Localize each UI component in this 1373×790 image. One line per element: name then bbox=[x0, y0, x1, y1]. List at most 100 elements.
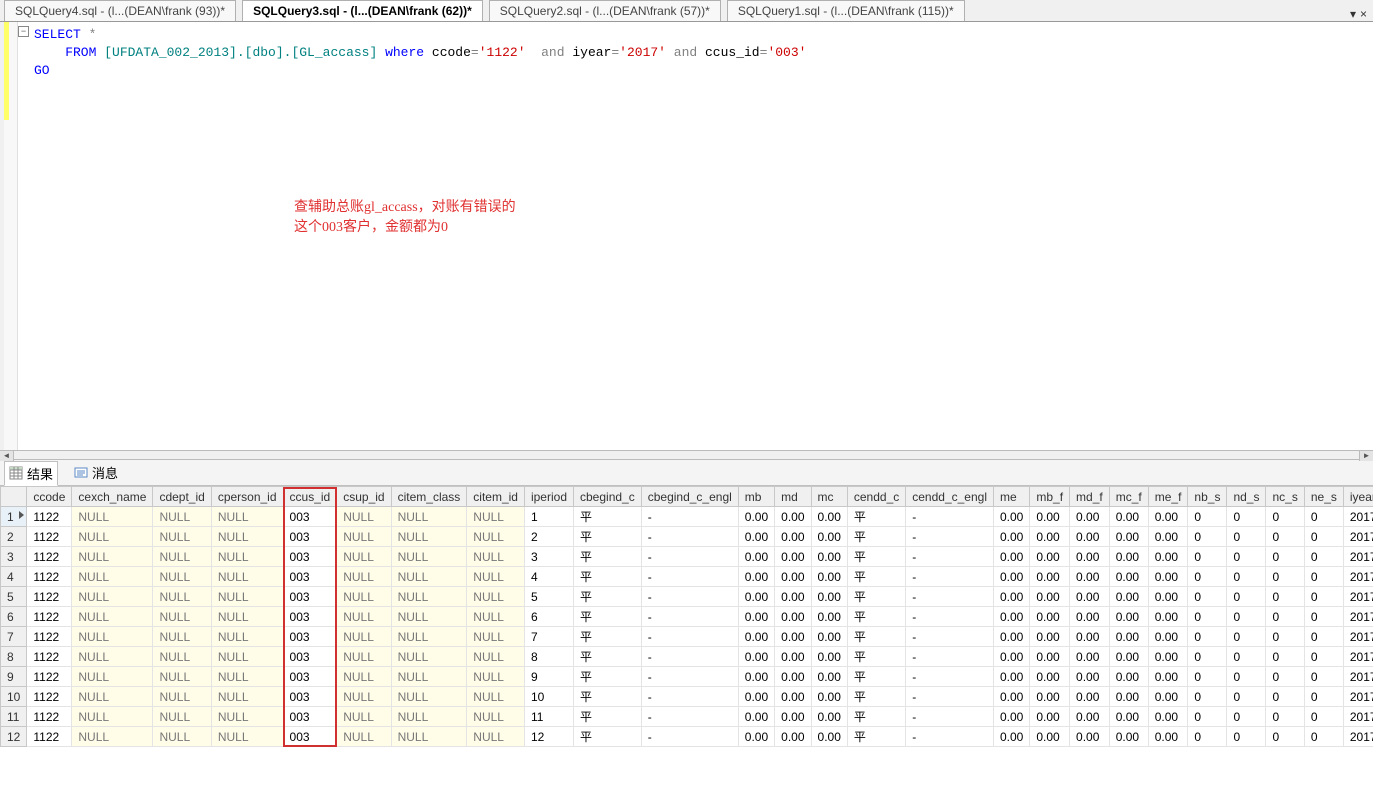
cell-csup_id[interactable]: NULL bbox=[337, 607, 391, 627]
results-grid[interactable]: ccodecexch_namecdept_idcperson_idccus_id… bbox=[0, 486, 1373, 747]
cell-cdept_id[interactable]: NULL bbox=[153, 567, 211, 587]
cell-md_f[interactable]: 0.00 bbox=[1070, 667, 1110, 687]
cell-me[interactable]: 0.00 bbox=[993, 687, 1029, 707]
cell-cdept_id[interactable]: NULL bbox=[153, 687, 211, 707]
cell-cendd_c_engl[interactable]: - bbox=[906, 727, 994, 747]
cell-md[interactable]: 0.00 bbox=[775, 587, 811, 607]
cell-cdept_id[interactable]: NULL bbox=[153, 667, 211, 687]
cell-iyear[interactable]: 2017 bbox=[1343, 607, 1373, 627]
cell-cendd_c[interactable]: 平 bbox=[847, 507, 905, 527]
cell-nc_s[interactable]: 0 bbox=[1266, 507, 1304, 527]
row-number[interactable]: 2 bbox=[1, 527, 27, 547]
cell-mc[interactable]: 0.00 bbox=[811, 587, 847, 607]
column-header-csup_id[interactable]: csup_id bbox=[337, 487, 391, 507]
cell-cendd_c[interactable]: 平 bbox=[847, 647, 905, 667]
cell-md_f[interactable]: 0.00 bbox=[1070, 727, 1110, 747]
cell-mb[interactable]: 0.00 bbox=[738, 687, 774, 707]
cell-nb_s[interactable]: 0 bbox=[1188, 547, 1227, 567]
row-number[interactable]: 3 bbox=[1, 547, 27, 567]
cell-cdept_id[interactable]: NULL bbox=[153, 547, 211, 567]
cell-ne_s[interactable]: 0 bbox=[1304, 647, 1343, 667]
cell-citem_class[interactable]: NULL bbox=[391, 607, 467, 627]
cell-cbegind_c[interactable]: 平 bbox=[574, 647, 642, 667]
cell-iyear[interactable]: 2017 bbox=[1343, 687, 1373, 707]
cell-ccode[interactable]: 1122 bbox=[27, 507, 72, 527]
cell-cbegind_c_engl[interactable]: - bbox=[641, 727, 738, 747]
cell-mc[interactable]: 0.00 bbox=[811, 667, 847, 687]
cell-iperiod[interactable]: 11 bbox=[524, 707, 573, 727]
cell-nb_s[interactable]: 0 bbox=[1188, 727, 1227, 747]
cell-citem_id[interactable]: NULL bbox=[467, 547, 525, 567]
cell-cbegind_c_engl[interactable]: - bbox=[641, 547, 738, 567]
cell-cendd_c_engl[interactable]: - bbox=[906, 647, 994, 667]
cell-iyear[interactable]: 2017 bbox=[1343, 507, 1373, 527]
cell-ne_s[interactable]: 0 bbox=[1304, 727, 1343, 747]
cell-nc_s[interactable]: 0 bbox=[1266, 567, 1304, 587]
cell-csup_id[interactable]: NULL bbox=[337, 547, 391, 567]
cell-cexch_name[interactable]: NULL bbox=[72, 687, 153, 707]
cell-nc_s[interactable]: 0 bbox=[1266, 587, 1304, 607]
table-row[interactable]: 71122NULLNULLNULL003NULLNULLNULL7平-0.000… bbox=[1, 627, 1373, 647]
cell-cbegind_c[interactable]: 平 bbox=[574, 527, 642, 547]
cell-md[interactable]: 0.00 bbox=[775, 687, 811, 707]
cell-mb_f[interactable]: 0.00 bbox=[1030, 667, 1070, 687]
cell-me[interactable]: 0.00 bbox=[993, 507, 1029, 527]
cell-cbegind_c[interactable]: 平 bbox=[574, 707, 642, 727]
tabs-dropdown-icon[interactable]: ▾ bbox=[1350, 7, 1356, 21]
cell-mb_f[interactable]: 0.00 bbox=[1030, 707, 1070, 727]
cell-me[interactable]: 0.00 bbox=[993, 667, 1029, 687]
cell-md_f[interactable]: 0.00 bbox=[1070, 567, 1110, 587]
cell-ccode[interactable]: 1122 bbox=[27, 687, 72, 707]
cell-ccus_id[interactable]: 003 bbox=[283, 587, 337, 607]
cell-cendd_c[interactable]: 平 bbox=[847, 687, 905, 707]
cell-mb[interactable]: 0.00 bbox=[738, 727, 774, 747]
horizontal-splitter[interactable]: ◄ ► bbox=[0, 450, 1373, 460]
table-row[interactable]: 81122NULLNULLNULL003NULLNULLNULL8平-0.000… bbox=[1, 647, 1373, 667]
column-header-ccus_id[interactable]: ccus_id bbox=[283, 487, 337, 507]
cell-cperson_id[interactable]: NULL bbox=[211, 527, 283, 547]
cell-iperiod[interactable]: 7 bbox=[524, 627, 573, 647]
column-header-cendd_c_engl[interactable]: cendd_c_engl bbox=[906, 487, 994, 507]
column-header-citem_id[interactable]: citem_id bbox=[467, 487, 525, 507]
cell-nd_s[interactable]: 0 bbox=[1227, 547, 1266, 567]
cell-iyear[interactable]: 2017 bbox=[1343, 667, 1373, 687]
cell-csup_id[interactable]: NULL bbox=[337, 627, 391, 647]
cell-cbegind_c_engl[interactable]: - bbox=[641, 567, 738, 587]
cell-nd_s[interactable]: 0 bbox=[1227, 607, 1266, 627]
table-row[interactable]: 31122NULLNULLNULL003NULLNULLNULL3平-0.000… bbox=[1, 547, 1373, 567]
cell-me[interactable]: 0.00 bbox=[993, 547, 1029, 567]
cell-mc[interactable]: 0.00 bbox=[811, 527, 847, 547]
cell-nc_s[interactable]: 0 bbox=[1266, 707, 1304, 727]
document-tab[interactable]: SQLQuery3.sql - (l...(DEAN\frank (62))* bbox=[242, 0, 483, 21]
cell-cexch_name[interactable]: NULL bbox=[72, 707, 153, 727]
cell-ccus_id[interactable]: 003 bbox=[283, 667, 337, 687]
row-number[interactable]: 6 bbox=[1, 607, 27, 627]
cell-me_f[interactable]: 0.00 bbox=[1148, 567, 1188, 587]
cell-ne_s[interactable]: 0 bbox=[1304, 687, 1343, 707]
cell-ccus_id[interactable]: 003 bbox=[283, 527, 337, 547]
cell-cbegind_c[interactable]: 平 bbox=[574, 607, 642, 627]
cell-cendd_c[interactable]: 平 bbox=[847, 587, 905, 607]
cell-mb_f[interactable]: 0.00 bbox=[1030, 687, 1070, 707]
cell-md[interactable]: 0.00 bbox=[775, 727, 811, 747]
cell-nd_s[interactable]: 0 bbox=[1227, 507, 1266, 527]
cell-md[interactable]: 0.00 bbox=[775, 507, 811, 527]
cell-mc[interactable]: 0.00 bbox=[811, 607, 847, 627]
row-number[interactable]: 12 bbox=[1, 727, 27, 747]
cell-csup_id[interactable]: NULL bbox=[337, 667, 391, 687]
cell-citem_class[interactable]: NULL bbox=[391, 647, 467, 667]
sql-code[interactable]: SELECT * FROM [UFDATA_002_2013].[dbo].[G… bbox=[4, 22, 1373, 84]
cell-cendd_c[interactable]: 平 bbox=[847, 727, 905, 747]
cell-csup_id[interactable]: NULL bbox=[337, 727, 391, 747]
cell-mb_f[interactable]: 0.00 bbox=[1030, 607, 1070, 627]
cell-cexch_name[interactable]: NULL bbox=[72, 607, 153, 627]
cell-ne_s[interactable]: 0 bbox=[1304, 507, 1343, 527]
cell-citem_class[interactable]: NULL bbox=[391, 567, 467, 587]
cell-cendd_c_engl[interactable]: - bbox=[906, 587, 994, 607]
cell-ne_s[interactable]: 0 bbox=[1304, 527, 1343, 547]
cell-cexch_name[interactable]: NULL bbox=[72, 627, 153, 647]
cell-mb[interactable]: 0.00 bbox=[738, 507, 774, 527]
row-number[interactable]: 1 bbox=[1, 507, 27, 527]
row-number[interactable]: 10 bbox=[1, 687, 27, 707]
cell-citem_id[interactable]: NULL bbox=[467, 527, 525, 547]
